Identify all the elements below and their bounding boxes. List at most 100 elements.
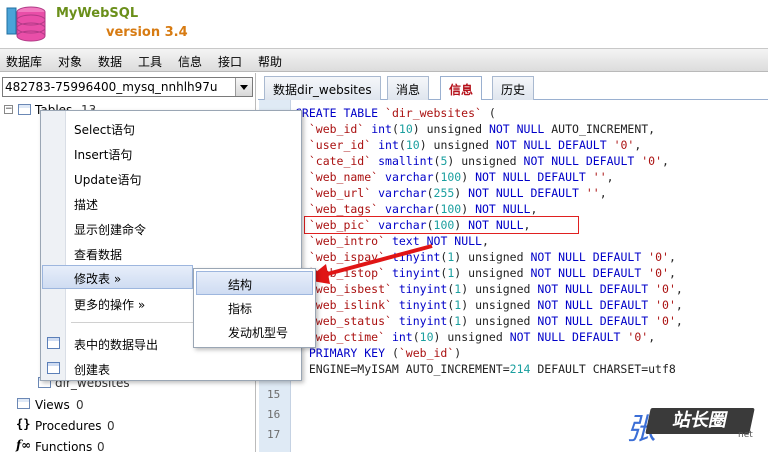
code-token: '0': [641, 250, 669, 264]
database-select[interactable]: 482783-75996400_mysq_nnhlh97u: [2, 77, 253, 97]
code-token: ) unsigned: [454, 266, 531, 280]
code-token: int: [391, 330, 413, 344]
code-token: `web_id`: [295, 122, 365, 136]
tree-views-node[interactable]: Views 0: [0, 395, 256, 413]
code-token: ,: [599, 186, 607, 200]
line-number: 16: [267, 408, 281, 421]
alter-table-submenu: 结构 指标 发动机型号: [193, 268, 316, 348]
code-token: '': [578, 186, 600, 200]
code-token: 255: [433, 186, 455, 200]
code-token: (: [481, 106, 496, 120]
code-token: `cate_id`: [295, 154, 372, 168]
submenu-item-indexes[interactable]: 指标: [228, 300, 252, 317]
menu-item-show-create[interactable]: 显示创建命令: [74, 221, 146, 238]
code-token: ): [461, 170, 476, 184]
code-token: `user_id`: [295, 138, 372, 152]
code-token: (: [412, 330, 420, 344]
code-token: ,: [530, 202, 538, 216]
code-line: PRIMARY KEY (`web_id`): [295, 345, 461, 361]
views-label: Views: [35, 398, 70, 412]
code-token: CREATE TABLE: [295, 106, 386, 120]
database-logo-icon: [6, 6, 46, 42]
line-number: 15: [267, 388, 281, 401]
code-token: '0': [641, 266, 669, 280]
menu-item-more-ops[interactable]: 更多的操作 »: [74, 296, 145, 313]
code-token: tinyint: [398, 314, 448, 328]
code-token: 214: [509, 362, 531, 376]
menu-item-create-table[interactable]: 创建表: [74, 361, 110, 378]
menu-item-export[interactable]: 表中的数据导出: [74, 336, 158, 353]
code-token: `web_url`: [295, 186, 372, 200]
code-token: ) unsigned: [433, 330, 510, 344]
menu-tools[interactable]: 工具: [138, 53, 162, 70]
tree-functions-node[interactable]: f∞ Functions 0: [0, 437, 256, 452]
code-line: `web_name` varchar(100) NOT NULL DEFAULT…: [295, 169, 614, 185]
code-line: `web_url` varchar(255) NOT NULL DEFAULT …: [295, 185, 607, 201]
code-token: 10: [419, 330, 434, 344]
submenu-selection-highlight: [196, 271, 313, 295]
menu-item-insert[interactable]: Insert语句: [74, 146, 132, 163]
tab-data[interactable]: 数据dir_websites: [264, 76, 381, 100]
code-token: `dir_websites`: [385, 106, 482, 120]
watermark: 张 站长圈 net: [626, 404, 758, 447]
create-table-icon: [47, 362, 60, 374]
tab-history[interactable]: 历史: [492, 76, 535, 100]
menu-item-alter-table[interactable]: 修改表 »: [74, 270, 121, 287]
code-token: NOT NULL DEFAULT: [537, 282, 649, 296]
code-token: (: [398, 138, 406, 152]
menu-data[interactable]: 数据: [98, 53, 122, 70]
code-token: varchar: [385, 170, 434, 184]
code-token: NOT NULL DEFAULT: [530, 250, 642, 264]
menu-database[interactable]: 数据库: [6, 53, 42, 70]
code-token: NOT NULL DEFAULT: [509, 330, 621, 344]
submenu-item-engine[interactable]: 发动机型号: [228, 324, 288, 341]
tab-messages[interactable]: 消息: [387, 76, 430, 100]
code-token: ,: [668, 250, 676, 264]
menu-info[interactable]: 信息: [178, 53, 202, 70]
code-token: ): [454, 186, 469, 200]
code-token: int: [378, 138, 399, 152]
code-token: ) unsigned: [461, 314, 538, 328]
tab-info[interactable]: 信息: [440, 76, 483, 101]
code-token: PRIMARY KEY: [295, 346, 386, 360]
code-line: `user_id` int(10) unsigned NOT NULL DEFA…: [295, 137, 641, 153]
dropdown-arrow-icon[interactable]: [235, 78, 252, 96]
code-token: NOT NULL DEFAULT: [523, 154, 635, 168]
code-token: ) unsigned: [454, 250, 531, 264]
code-token: '0': [648, 282, 676, 296]
code-token: ) unsigned: [419, 138, 496, 152]
code-token: '0': [648, 298, 676, 312]
code-token: ,: [675, 298, 683, 312]
code-token: NOT NULL: [475, 202, 531, 216]
menu-help[interactable]: 帮助: [258, 53, 282, 70]
code-token: `web_name`: [295, 170, 379, 184]
code-token: AUTO_INCREMENT,: [544, 122, 656, 136]
menu-interface[interactable]: 接口: [218, 53, 242, 70]
code-token: (: [426, 186, 434, 200]
code-token: NOT NULL DEFAULT: [468, 186, 579, 200]
menu-item-select[interactable]: Select语句: [74, 121, 135, 138]
code-line: CREATE TABLE `dir_websites` (: [295, 105, 496, 121]
code-token: ,: [634, 138, 642, 152]
collapse-icon[interactable]: −: [4, 105, 13, 114]
menu-item-update[interactable]: Update语句: [74, 171, 141, 188]
menu-item-view-data[interactable]: 查看数据: [74, 246, 122, 263]
menu-item-describe[interactable]: 描述: [74, 196, 98, 213]
procedures-label: Procedures: [35, 419, 102, 433]
code-line: `web_ctime` int(10) unsigned NOT NULL DE…: [295, 329, 655, 345]
procedures-count: 0: [107, 419, 115, 433]
code-line: `cate_id` smallint(5) unsigned NOT NULL …: [295, 153, 669, 169]
menu-objects[interactable]: 对象: [58, 53, 82, 70]
code-token: ,: [662, 154, 669, 168]
code-line: `web_islink` tinyint(1) unsigned NOT NUL…: [295, 297, 683, 313]
code-token: varchar: [378, 186, 427, 200]
submenu-item-structure[interactable]: 结构: [228, 276, 252, 293]
views-count: 0: [76, 398, 84, 412]
tree-procedures-node[interactable]: {} Procedures 0: [0, 416, 256, 434]
tables-icon: [18, 104, 31, 115]
views-icon: [17, 398, 30, 409]
